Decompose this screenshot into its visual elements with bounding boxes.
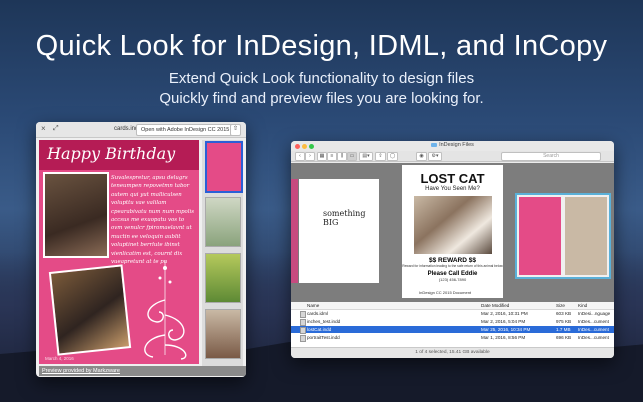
share-button[interactable]: ⇧: [375, 152, 386, 161]
back-button[interactable]: ‹: [295, 152, 305, 161]
reward-text: $$ REWARD $$: [429, 257, 476, 264]
coverflow-preview: something BIG LOST CAT Have You Seen Me?…: [291, 163, 614, 302]
subheadline-2: Quickly find and preview files you are l…: [159, 90, 484, 107]
birthday-card-preview: Happy Birthday Suvalespretur, apsu delug…: [39, 140, 199, 364]
page-thumbnails: [202, 140, 243, 366]
card-title: Happy Birthday: [47, 144, 176, 163]
quicklook-titlebar: × ⤢ cards.indd Open with Adobe InDesign …: [36, 122, 246, 138]
quicklook-window: × ⤢ cards.indd Open with Adobe InDesign …: [36, 122, 246, 377]
icon-view-button[interactable]: ▦: [317, 152, 327, 161]
finder-titlebar: InDesign Files: [291, 141, 614, 151]
card-date: March 4, 2016: [45, 356, 74, 361]
column-date-modified[interactable]: Date Modified: [481, 303, 509, 308]
next-document-page-left: [519, 197, 561, 275]
open-with-indesign-button[interactable]: Open with Adobe InDesign CC 2015: [136, 124, 235, 136]
search-input[interactable]: Search: [501, 152, 601, 161]
page-thumbnail[interactable]: [205, 197, 241, 247]
column-name[interactable]: Name: [307, 303, 319, 308]
file-icon: [300, 335, 306, 342]
action-gear-icon[interactable]: ⚙▾: [428, 152, 442, 161]
fullscreen-icon[interactable]: ⤢: [53, 125, 59, 133]
next-document-cover[interactable]: [515, 193, 611, 279]
quicklook-eye-icon[interactable]: ◉: [416, 152, 427, 161]
column-view-button[interactable]: ⫼: [337, 152, 347, 161]
cat-photo: [413, 196, 492, 254]
prev-document-cover[interactable]: something BIG: [299, 179, 379, 283]
finder-window: InDesign Files ‹ › ▦ ≡ ⫼ ▭ ▤▾ ⇧ ◯ ◉ ⚙▾ S…: [291, 141, 614, 358]
file-icon: [300, 327, 306, 334]
status-bar: 1 of 4 selected, 15.41 GB available: [291, 347, 614, 358]
tags-button[interactable]: ◯: [387, 152, 398, 161]
file-icon: [300, 319, 306, 326]
lost-cat-document-cover[interactable]: LOST CAT Have You Seen Me? $$ REWARD $$ …: [402, 165, 503, 298]
page-thumbnail[interactable]: [205, 141, 243, 193]
list-header: Name Date Modified Size Kind: [291, 302, 614, 310]
list-view-button[interactable]: ≡: [327, 152, 337, 161]
cover-text: something BIG: [323, 209, 366, 227]
page-thumbnail[interactable]: [205, 309, 241, 359]
headline: Quick Look for InDesign, IDML, and InCop…: [35, 30, 608, 62]
preview-caption: InDesign CC 2015 Document: [419, 290, 472, 295]
file-icon: [300, 311, 306, 318]
card-header: Happy Birthday: [39, 140, 199, 170]
finder-toolbar: ‹ › ▦ ≡ ⫼ ▭ ▤▾ ⇧ ◯ ◉ ⚙▾ Search: [291, 151, 614, 162]
file-row[interactable]: portraitTest.indd Mar 1, 2016, 8:56 PM 6…: [291, 334, 614, 342]
swirl-ornament: [144, 260, 187, 360]
arrange-button[interactable]: ▤▾: [359, 152, 373, 161]
file-row[interactable]: cards.idml Mar 2, 2016, 10:31 PM 603 KB …: [291, 310, 614, 318]
card-body-text: Suvalespretur, apsu delugrs teneumpen re…: [111, 175, 195, 266]
coverflow-view-button[interactable]: ▭: [347, 152, 357, 161]
subheadline-1: Extend Quick Look functionality to desig…: [168, 70, 475, 87]
family-photo: [48, 264, 132, 356]
phone-number: (123) 456-7890: [438, 277, 467, 282]
previous-page-edge: [291, 179, 298, 283]
reward-details: Reward for information leading to the sa…: [402, 264, 503, 268]
lost-cat-subtitle: Have You Seen Me?: [425, 186, 480, 192]
baby-photo: [43, 172, 109, 258]
close-icon[interactable]: ×: [41, 125, 46, 133]
finder-title: InDesign Files: [291, 142, 614, 148]
share-icon[interactable]: ⇧: [230, 124, 241, 136]
page-thumbnail[interactable]: [205, 253, 241, 303]
file-row[interactable]: inches_test.indd Mar 2, 2016, 5:04 PM 97…: [291, 318, 614, 326]
next-document-page-right: [565, 197, 607, 275]
column-kind[interactable]: Kind: [578, 303, 587, 308]
markzware-link[interactable]: Preview provided by Markzware: [39, 366, 246, 376]
file-row-selected[interactable]: lostCat.indd Mar 25, 2016, 10:34 PM 1.7 …: [291, 326, 614, 334]
folder-icon: [431, 142, 438, 147]
lost-cat-title: LOST CAT: [420, 171, 485, 186]
forward-button[interactable]: ›: [305, 152, 315, 161]
file-list: Name Date Modified Size Kind cards.idml …: [291, 302, 614, 348]
column-size[interactable]: Size: [556, 303, 565, 308]
